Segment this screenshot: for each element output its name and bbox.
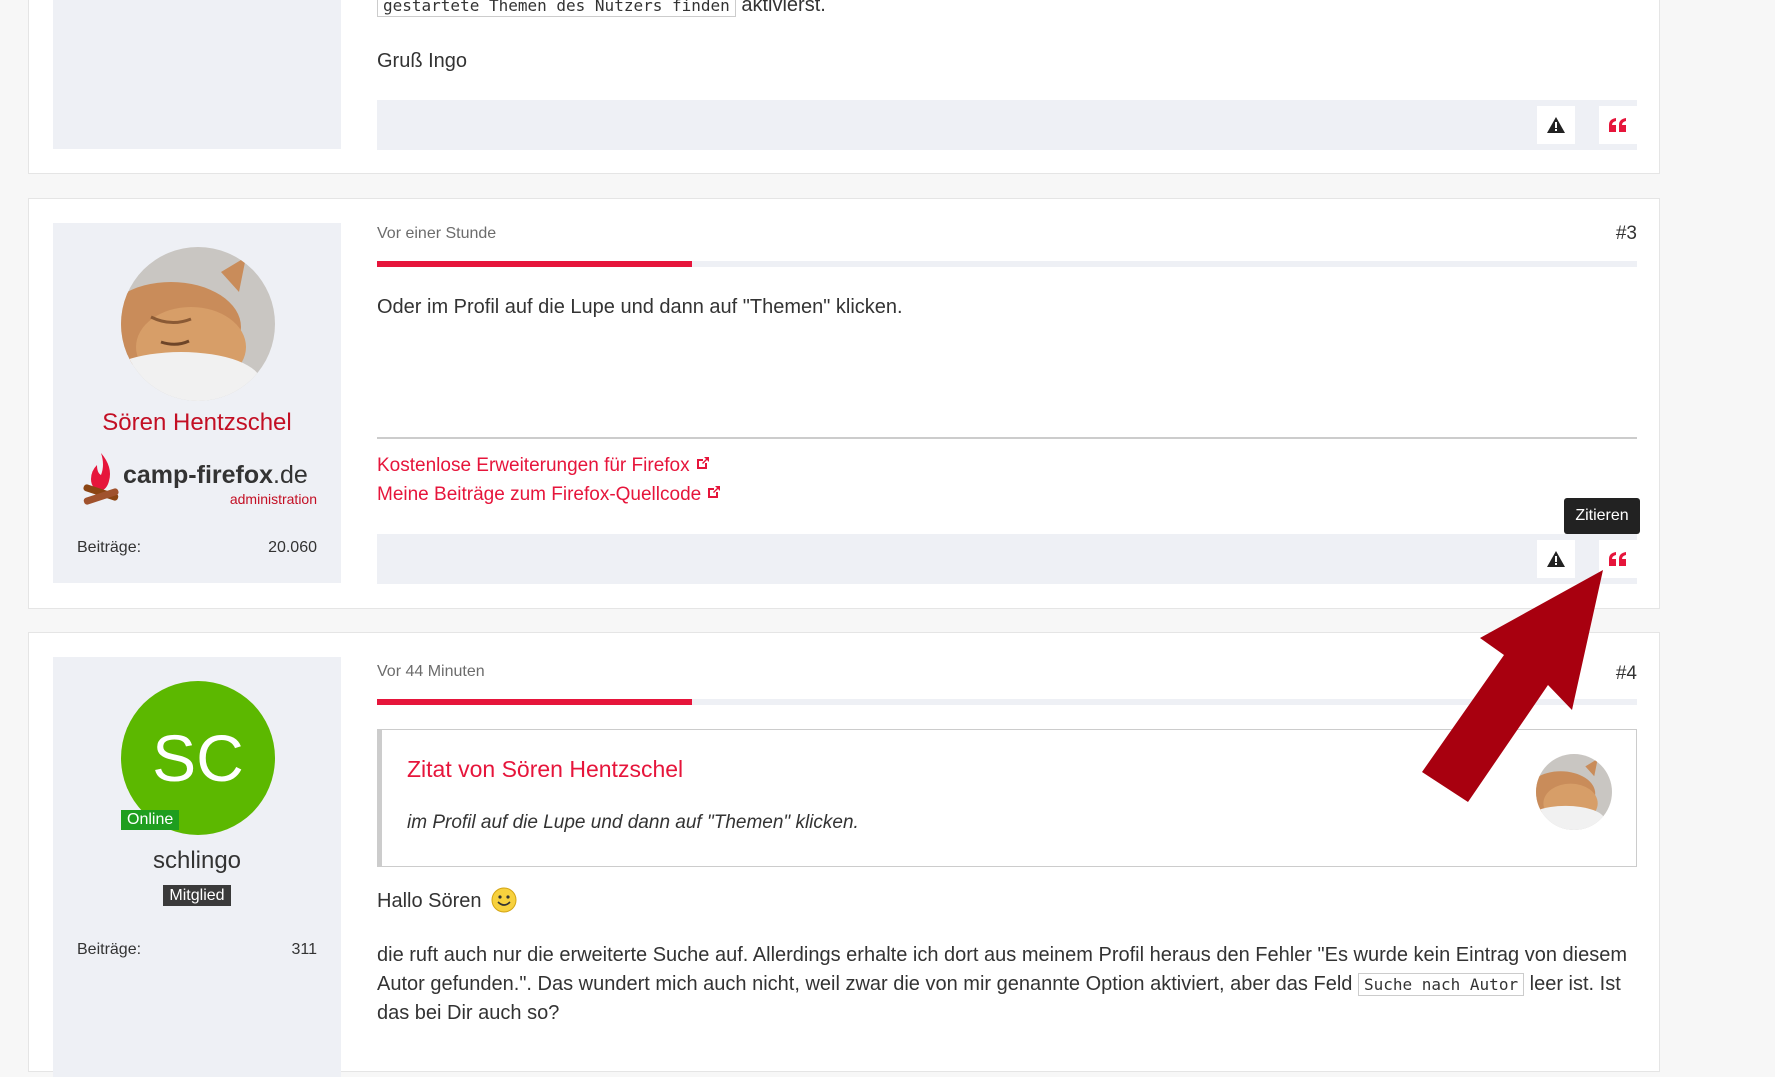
tooltip-text: Zitieren (1575, 507, 1629, 524)
camp-firefox-logo: camp-firefox.de administration (81, 451, 321, 507)
signature-link-extensions[interactable]: Kostenlose Erweiterungen für Firefox (377, 451, 722, 480)
post-signoff: Gruß Ingo (377, 50, 468, 72)
report-button[interactable] (1537, 540, 1575, 578)
warning-triangle-icon (1547, 117, 1565, 133)
logo-text-camp: camp- (123, 461, 197, 489)
post-4-sidebar: SC Online schlingo Mitglied Beiträge: 31… (53, 657, 341, 1077)
post-body: die ruft auch nur die erweiterte Suche a… (377, 941, 1637, 1028)
quote-icon (1609, 552, 1626, 566)
post-time[interactable]: Vor einer Stunde (377, 225, 496, 243)
stat-value: 20.060 (268, 539, 317, 556)
inline-code: Suche nach Autor (1357, 973, 1525, 996)
read-progress-fill (377, 699, 692, 705)
signature: Kostenlose Erweiterungen für Firefox Mei… (377, 451, 722, 509)
post-number[interactable]: #3 (1616, 223, 1637, 245)
post-time[interactable]: Vor 44 Minuten (377, 663, 485, 681)
post-greeting: Hallo Sören (377, 887, 517, 916)
report-button[interactable] (1537, 106, 1575, 144)
external-link-icon (696, 457, 709, 469)
rank-label: Mitglied (163, 885, 231, 906)
quote-text: im Profil auf die Lupe und dann auf "The… (407, 812, 859, 833)
campfire-icon (83, 453, 119, 505)
signature-divider (377, 437, 1637, 439)
warning-triangle-icon (1547, 551, 1565, 567)
quote-icon (1609, 118, 1626, 132)
cat-avatar-image (121, 247, 275, 401)
post-3-sidebar: Sören Hentzschel camp-firefox.de adminis… (53, 223, 341, 583)
read-progress (377, 699, 1637, 705)
avatar[interactable] (121, 247, 275, 401)
logo-text-firefox: firefox (196, 461, 274, 489)
author-name[interactable]: schlingo (53, 847, 341, 875)
rank-badge: Mitglied (53, 885, 341, 906)
link-text: Meine Beiträge zum Firefox-Quellcode (377, 484, 702, 505)
greeting-text: Hallo Sören (377, 890, 482, 912)
stat-value: 311 (291, 941, 317, 958)
post-4: SC Online schlingo Mitglied Beiträge: 31… (28, 632, 1660, 1077)
tooltip-quote: Zitieren (1564, 498, 1640, 534)
avatar-initials: SC (152, 721, 244, 795)
post-2: gestartete Themen des Nutzers finden akt… (28, 0, 1660, 174)
signature-link-sourcecode[interactable]: Meine Beiträge zum Firefox-Quellcode (377, 480, 722, 509)
logo-text-de: .de (273, 461, 308, 489)
post-3-footer (377, 534, 1637, 584)
external-link-icon (708, 486, 721, 498)
quote-box: Zitat von Sören Hentzschel im Profil auf… (377, 729, 1637, 867)
read-progress (377, 261, 1637, 267)
quote-button[interactable] (1599, 106, 1637, 144)
link-text: Kostenlose Erweiterungen für Firefox (377, 455, 690, 476)
post-3-content: Vor einer Stunde #3 Oder im Profil auf d… (377, 223, 1637, 583)
post-number[interactable]: #4 (1616, 663, 1637, 685)
post-2-footer (377, 100, 1637, 150)
online-badge: Online (121, 810, 180, 830)
post-text: aktivierst. (741, 0, 826, 16)
post-body: Oder im Profil auf die Lupe und dann auf… (377, 296, 903, 318)
logo-subtitle: administration (229, 491, 317, 507)
author-name[interactable]: Sören Hentzschel (53, 409, 341, 437)
inline-code: gestartete Themen des Nutzers finden (377, 0, 736, 17)
post-2-sidebar (53, 0, 341, 149)
smiley-icon (491, 887, 517, 913)
cat-avatar-image (1536, 754, 1612, 830)
post-4-content: Vor 44 Minuten #4 Zitat von Sören Hentzs… (377, 657, 1637, 1057)
quote-author-avatar (1536, 754, 1612, 830)
post-3: Sören Hentzschel camp-firefox.de adminis… (28, 198, 1660, 609)
read-progress-fill (377, 261, 692, 267)
stat-label: Beiträge: (77, 539, 142, 556)
stat-label: Beiträge: (77, 941, 142, 958)
quote-title[interactable]: Zitat von Sören Hentzschel (407, 756, 683, 783)
quote-button[interactable] (1599, 540, 1637, 578)
